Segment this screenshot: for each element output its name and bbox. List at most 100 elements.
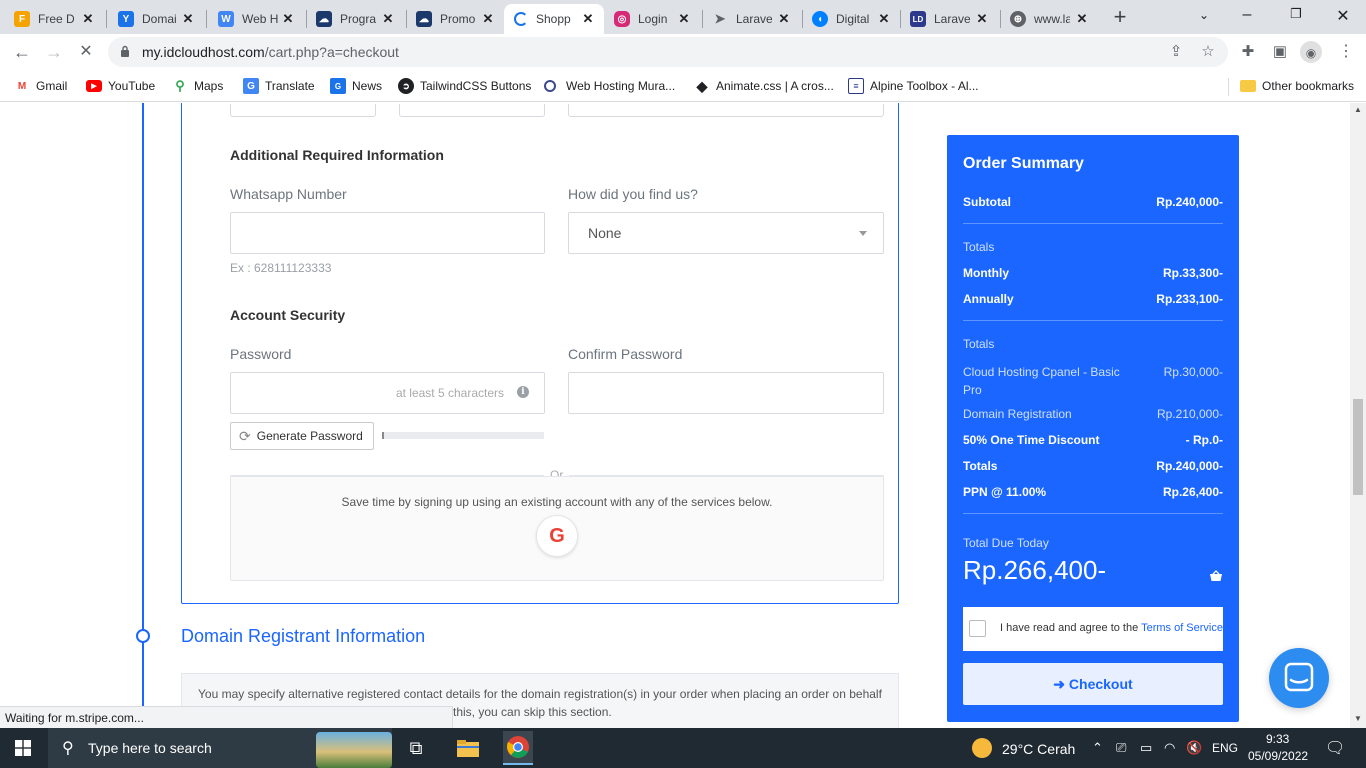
scroll-up-icon[interactable]: ▲ (1354, 105, 1362, 114)
tab-laravel-daily[interactable]: LD Larave ✕ (900, 4, 998, 34)
window-close-icon[interactable]: ✕ (1333, 6, 1353, 26)
notifications-icon[interactable]: 🗨 (1325, 738, 1345, 758)
weather-icon[interactable] (972, 738, 992, 758)
confirm-password-label: Confirm Password (568, 346, 683, 362)
tab-laravel-1[interactable]: ➤ Larave ✕ (702, 4, 800, 34)
page-viewport: Additional Required Information Whatsapp… (0, 103, 1350, 728)
find-us-select[interactable]: None (568, 212, 884, 254)
chrome-taskbar-icon[interactable] (503, 731, 533, 765)
tab-title: www.la (1034, 12, 1070, 26)
close-icon[interactable]: ✕ (876, 11, 892, 27)
scroll-down-icon[interactable]: ▼ (1354, 714, 1362, 723)
close-icon[interactable]: ✕ (1074, 11, 1090, 27)
other-bookmarks[interactable]: Other bookmarks (1240, 77, 1354, 95)
send-icon: ➤ (714, 11, 726, 26)
confirm-password-input[interactable] (568, 372, 884, 414)
totals-row: Totals Rp.240,000- (963, 459, 1223, 473)
tab-login[interactable]: ◎ Login ✕ (604, 4, 700, 34)
generate-password-button[interactable]: ⟳ Generate Password (230, 422, 374, 450)
forward-arrow-icon[interactable]: → (42, 40, 66, 64)
previous-input-stub[interactable] (230, 104, 376, 117)
bookmark-web-hosting[interactable]: Web Hosting Mura... (544, 77, 675, 95)
task-view-icon[interactable]: ⧉ (402, 734, 430, 762)
tab-digitalocean[interactable]: ◖ Digital ✕ (802, 4, 900, 34)
clock-time[interactable]: 9:33 (1266, 732, 1289, 746)
total-due-label: Total Due Today (963, 536, 1049, 550)
tray-chevron-icon[interactable]: ⌃ (1092, 740, 1103, 756)
tab-search-icon[interactable]: ⌄ (1194, 8, 1214, 22)
wifi-icon[interactable]: ◠ (1164, 740, 1175, 756)
battery-icon[interactable]: ▭ (1140, 740, 1152, 756)
clock-date[interactable]: 05/09/2022 (1248, 749, 1308, 763)
close-icon[interactable]: ✕ (676, 11, 692, 27)
new-tab-button[interactable]: + (1108, 6, 1132, 30)
password-input[interactable]: at least 5 characters i (230, 372, 545, 414)
tab-www[interactable]: ⊕ www.la ✕ (1000, 4, 1098, 34)
scrollbar-thumb[interactable] (1353, 399, 1363, 495)
webhost-icon: W (218, 11, 234, 27)
tab-domain[interactable]: Y Domai ✕ (108, 4, 204, 34)
page-scrollbar[interactable]: ▲ ▼ (1350, 103, 1366, 728)
info-icon[interactable]: i (517, 386, 529, 398)
tab-web-hosting[interactable]: W Web H ✕ (208, 4, 304, 34)
weather-text[interactable]: 29°C Cerah (1002, 741, 1075, 757)
chevron-down-icon (859, 231, 867, 236)
tab-program[interactable]: ☁ Progra ✕ (306, 4, 404, 34)
taskbar-search[interactable]: ⚲ Type here to search (48, 728, 392, 768)
address-bar[interactable]: my.idcloudhost.com/cart.php?a=checkout ⇪… (108, 37, 1228, 67)
social-signup-box: Save time by signing up using an existin… (230, 476, 884, 581)
digitalocean-icon: ◖ (812, 11, 828, 27)
bookmark-alpine-toolbox[interactable]: ≡ Alpine Toolbox - Al... (848, 77, 979, 95)
password-label: Password (230, 346, 292, 362)
minimize-icon[interactable]: – (1237, 6, 1257, 24)
tab-promo[interactable]: ☁ Promo ✕ (406, 4, 504, 34)
tab-free-design[interactable]: F Free D ✕ (4, 4, 104, 34)
close-icon[interactable]: ✕ (280, 11, 296, 27)
close-icon[interactable]: ✕ (80, 11, 96, 27)
browser-tab-strip: F Free D ✕ Y Domai ✕ W Web H ✕ ☁ Progra … (0, 0, 1366, 34)
bookmark-tailwind[interactable]: ➲ TailwindCSS Buttons (398, 77, 531, 95)
maps-icon: ⚲ (175, 78, 185, 93)
close-icon[interactable]: ✕ (480, 11, 496, 27)
back-arrow-icon[interactable]: ← (10, 40, 34, 64)
bookmark-translate[interactable]: G Translate (243, 77, 315, 95)
checkout-button[interactable]: ➜ Checkout (963, 663, 1223, 705)
previous-input-stub[interactable] (399, 104, 545, 117)
share-icon[interactable]: ⇪ (1166, 42, 1186, 62)
order-summary-panel: Order Summary Subtotal Rp.240,000- Totals… (947, 135, 1239, 722)
previous-input-stub[interactable] (568, 104, 884, 117)
profile-avatar[interactable]: ◉ (1300, 41, 1322, 63)
side-panel-icon[interactable]: ▣ (1268, 40, 1292, 64)
menu-icon[interactable]: ⋮ (1334, 40, 1358, 64)
extensions-icon[interactable]: ✚ (1236, 40, 1260, 64)
google-signin-button[interactable]: G (536, 515, 578, 557)
whatsapp-input[interactable] (230, 212, 545, 254)
close-icon[interactable]: ✕ (974, 11, 990, 27)
bookmark-youtube[interactable]: ▶ YouTube (86, 77, 155, 95)
language-indicator[interactable]: ENG (1212, 741, 1238, 755)
windows-start-icon[interactable] (15, 740, 31, 756)
stop-loading-icon[interactable]: ✕ (74, 40, 98, 64)
bookmark-star-icon[interactable]: ☆ (1198, 42, 1218, 62)
restore-icon[interactable]: ❐ (1286, 6, 1306, 22)
close-icon[interactable]: ✕ (580, 11, 596, 27)
volume-muted-icon[interactable]: 🔇 (1186, 740, 1202, 756)
close-icon[interactable]: ✕ (380, 11, 396, 27)
close-icon[interactable]: ✕ (180, 11, 196, 27)
google-icon: G (549, 525, 565, 547)
terms-of-service-link[interactable]: Terms of Service (1141, 622, 1223, 634)
search-icon: ⚲ (62, 740, 74, 757)
line-item-row: Cloud Hosting Cpanel - Basic Pro Rp.30,00… (963, 365, 1223, 397)
meet-now-icon[interactable]: ⎚ (1116, 740, 1126, 756)
live-chat-button[interactable] (1269, 648, 1329, 708)
file-explorer-icon[interactable] (454, 734, 482, 762)
close-icon[interactable]: ✕ (776, 11, 792, 27)
tab-title: Shopp (536, 12, 571, 26)
bookmark-maps[interactable]: ⚲ Maps (172, 77, 223, 95)
social-signup-text: Save time by signing up using an existin… (341, 495, 773, 509)
bookmark-animate-css[interactable]: ◆ Animate.css | A cros... (694, 77, 834, 95)
tab-shopping-cart[interactable]: Shopp ✕ (504, 4, 604, 34)
bookmark-gmail[interactable]: M Gmail (14, 77, 68, 95)
terms-checkbox[interactable] (969, 620, 986, 637)
bookmark-news[interactable]: G News (330, 77, 382, 95)
